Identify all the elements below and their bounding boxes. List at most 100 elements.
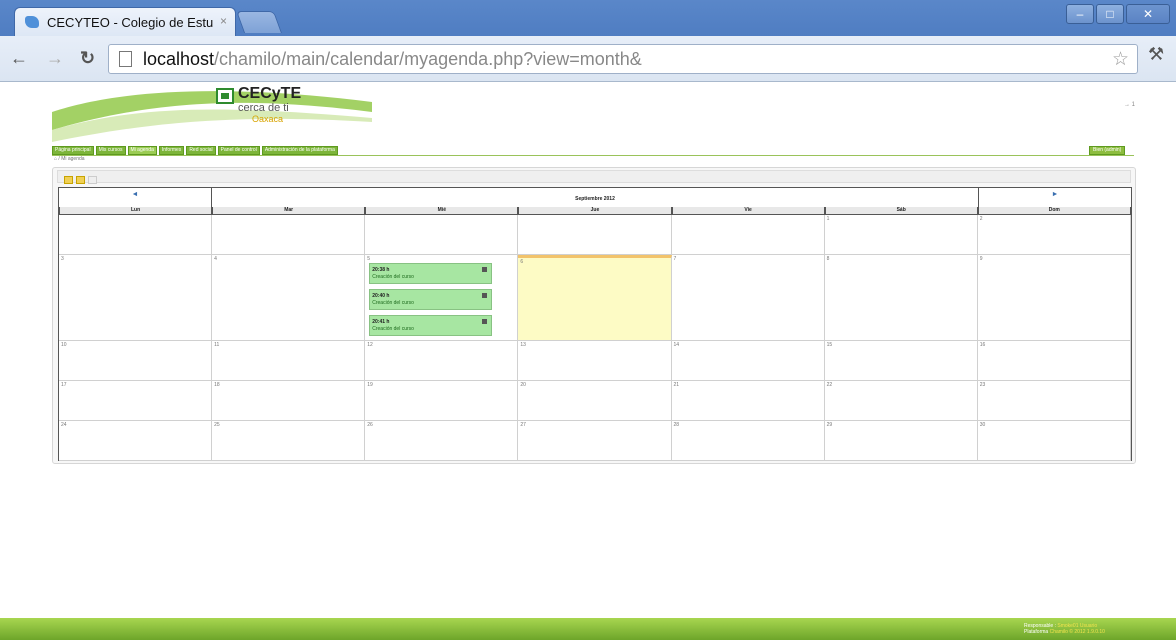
- view-toolbar: [57, 170, 1131, 184]
- event-icon[interactable]: [482, 267, 488, 272]
- calendar-day-cell[interactable]: 10: [59, 341, 213, 381]
- weekday-wed: Mié: [365, 207, 519, 215]
- calendar-event[interactable]: 20:41 h Creación del curso: [369, 315, 493, 336]
- event-time: 20:41 h: [372, 319, 390, 325]
- page-content: CECyTE cerca de ti Oaxaca → 1 Página pri…: [0, 82, 1176, 640]
- calendar-day-cell[interactable]: 5 20:38 h Creación del curso 20:40 h Creació…: [365, 255, 519, 341]
- calendar-day-cell[interactable]: 2: [977, 215, 1131, 255]
- maximize-button[interactable]: □: [1096, 4, 1124, 24]
- day-number: 23: [979, 382, 986, 388]
- calendar-day-cell[interactable]: 26: [365, 421, 519, 461]
- list-view-icon[interactable]: [76, 176, 85, 184]
- calendar-day-cell[interactable]: 24: [59, 421, 213, 461]
- calendar-day-cell[interactable]: 7: [671, 255, 825, 341]
- day-number: 7: [673, 256, 677, 262]
- prev-month-button[interactable]: ◄: [59, 188, 212, 209]
- menu-item-dashboard[interactable]: Panel de control: [217, 146, 260, 155]
- calendar-day-cell[interactable]: 25: [212, 421, 366, 461]
- header-swoosh: [52, 91, 372, 142]
- day-number: 9: [979, 256, 983, 262]
- month-view-icon[interactable]: [64, 176, 73, 184]
- day-number: 12: [367, 342, 373, 348]
- menu-item-reports[interactable]: Informes: [158, 146, 185, 155]
- browser-tab[interactable]: CECYTEO - Colegio de Estu ×: [14, 7, 236, 36]
- calendar-day-cell: [212, 215, 366, 255]
- calendar-day-cell[interactable]: 30: [977, 421, 1131, 461]
- bookmark-star-icon[interactable]: ☆: [1112, 48, 1129, 71]
- menu-item-agenda[interactable]: Mi agenda: [127, 146, 157, 155]
- event-title: Creación del curso: [372, 274, 414, 280]
- url-text: localhost/chamilo/main/calendar/myagenda…: [143, 49, 642, 69]
- day-number: 28: [673, 422, 680, 428]
- day-number: 15: [826, 342, 833, 348]
- weekday-thu: Jue: [518, 207, 672, 215]
- calendar-day-cell[interactable]: 4: [212, 255, 366, 341]
- forward-icon[interactable]: →: [46, 48, 64, 69]
- weekday-sat: Sáb: [824, 207, 978, 215]
- calendar-day-cell[interactable]: 6: [518, 255, 672, 341]
- menu-item-home[interactable]: Página principal: [52, 146, 94, 155]
- day-number: 4: [214, 256, 217, 262]
- calendar-day-cell: [518, 215, 672, 255]
- day-number: 27: [520, 422, 526, 428]
- menu-item-admin[interactable]: Administración de la plataforma: [261, 146, 338, 155]
- calendar-day-cell[interactable]: 18: [212, 381, 366, 421]
- calendar-day-cell[interactable]: 9: [977, 255, 1131, 341]
- event-time: 20:38 h: [372, 267, 390, 273]
- user-menu[interactable]: Bien (admin): [1089, 146, 1126, 155]
- calendar-day-cell: [59, 215, 213, 255]
- page-footer: Responsable : Smoke01 Usuario Plataforma…: [0, 618, 1176, 640]
- browser-titlebar: CECYTEO - Colegio de Estu × – □ ✕: [0, 0, 1176, 36]
- reload-icon[interactable]: ↻: [80, 48, 95, 69]
- address-bar[interactable]: localhost/chamilo/main/calendar/myagenda…: [108, 44, 1138, 74]
- calendar-week: 24 25 26 27 28 29 30: [59, 421, 1131, 461]
- calendar-day-cell[interactable]: 13: [518, 341, 672, 381]
- calendar-day-cell[interactable]: 15: [824, 341, 978, 381]
- calendar-day-cell[interactable]: 20: [518, 381, 672, 421]
- footer-text: Responsable : Smoke01 Usuario Plataforma…: [1024, 623, 1105, 635]
- day-number: 25: [214, 422, 220, 428]
- calendar-day-cell[interactable]: 16: [977, 341, 1131, 381]
- wrench-icon[interactable]: ⚒: [1148, 44, 1164, 65]
- calendar-day-cell[interactable]: 22: [824, 381, 978, 421]
- calendar-header: ◄ Septiembre 2012 ►: [59, 188, 1131, 209]
- calendar-event[interactable]: 20:40 h Creación del curso: [369, 289, 493, 310]
- favicon-icon: [25, 16, 39, 28]
- close-window-button[interactable]: ✕: [1126, 4, 1170, 24]
- logo-icon: [216, 88, 234, 104]
- day-number: 11: [214, 342, 220, 348]
- back-icon[interactable]: ←: [10, 48, 28, 69]
- calendar-day-cell[interactable]: 1: [824, 215, 978, 255]
- calendar-day-cell[interactable]: 3: [59, 255, 213, 341]
- week-view-icon[interactable]: [88, 176, 97, 184]
- calendar-day-cell[interactable]: 21: [671, 381, 825, 421]
- page-icon: [119, 51, 132, 67]
- breadcrumb: ⌂ / Mi agenda: [54, 156, 85, 162]
- calendar-day-cell[interactable]: 17: [59, 381, 213, 421]
- calendar-day-cell[interactable]: 23: [977, 381, 1131, 421]
- next-month-button[interactable]: ►: [978, 188, 1131, 209]
- calendar-event[interactable]: 20:38 h Creación del curso: [369, 263, 493, 284]
- event-icon[interactable]: [482, 319, 488, 324]
- tab-title: CECYTEO - Colegio de Estu: [47, 15, 214, 30]
- menu-item-social[interactable]: Red social: [186, 146, 216, 155]
- calendar-week: 10 11 12 13 14 15 16: [59, 341, 1131, 381]
- calendar-day-cell: [671, 215, 825, 255]
- new-tab-button[interactable]: [235, 11, 283, 33]
- minimize-button[interactable]: –: [1066, 4, 1094, 24]
- calendar-day-cell[interactable]: 8: [824, 255, 978, 341]
- calendar-day-cell[interactable]: 27: [518, 421, 672, 461]
- calendar-day-cell[interactable]: 28: [671, 421, 825, 461]
- calendar-day-cell[interactable]: 29: [824, 421, 978, 461]
- day-number: 19: [367, 382, 373, 388]
- menu-item-courses[interactable]: Mis cursos: [95, 146, 126, 155]
- calendar-day-cell[interactable]: 12: [365, 341, 519, 381]
- weekday-fri: Vie: [671, 207, 825, 215]
- logout-link[interactable]: → 1: [1124, 102, 1135, 108]
- tab-close-icon[interactable]: ×: [220, 14, 227, 28]
- event-icon[interactable]: [482, 293, 488, 298]
- calendar-day-cell[interactable]: 14: [671, 341, 825, 381]
- day-number: 20: [520, 382, 526, 388]
- calendar-day-cell[interactable]: 11: [212, 341, 366, 381]
- calendar-day-cell[interactable]: 19: [365, 381, 519, 421]
